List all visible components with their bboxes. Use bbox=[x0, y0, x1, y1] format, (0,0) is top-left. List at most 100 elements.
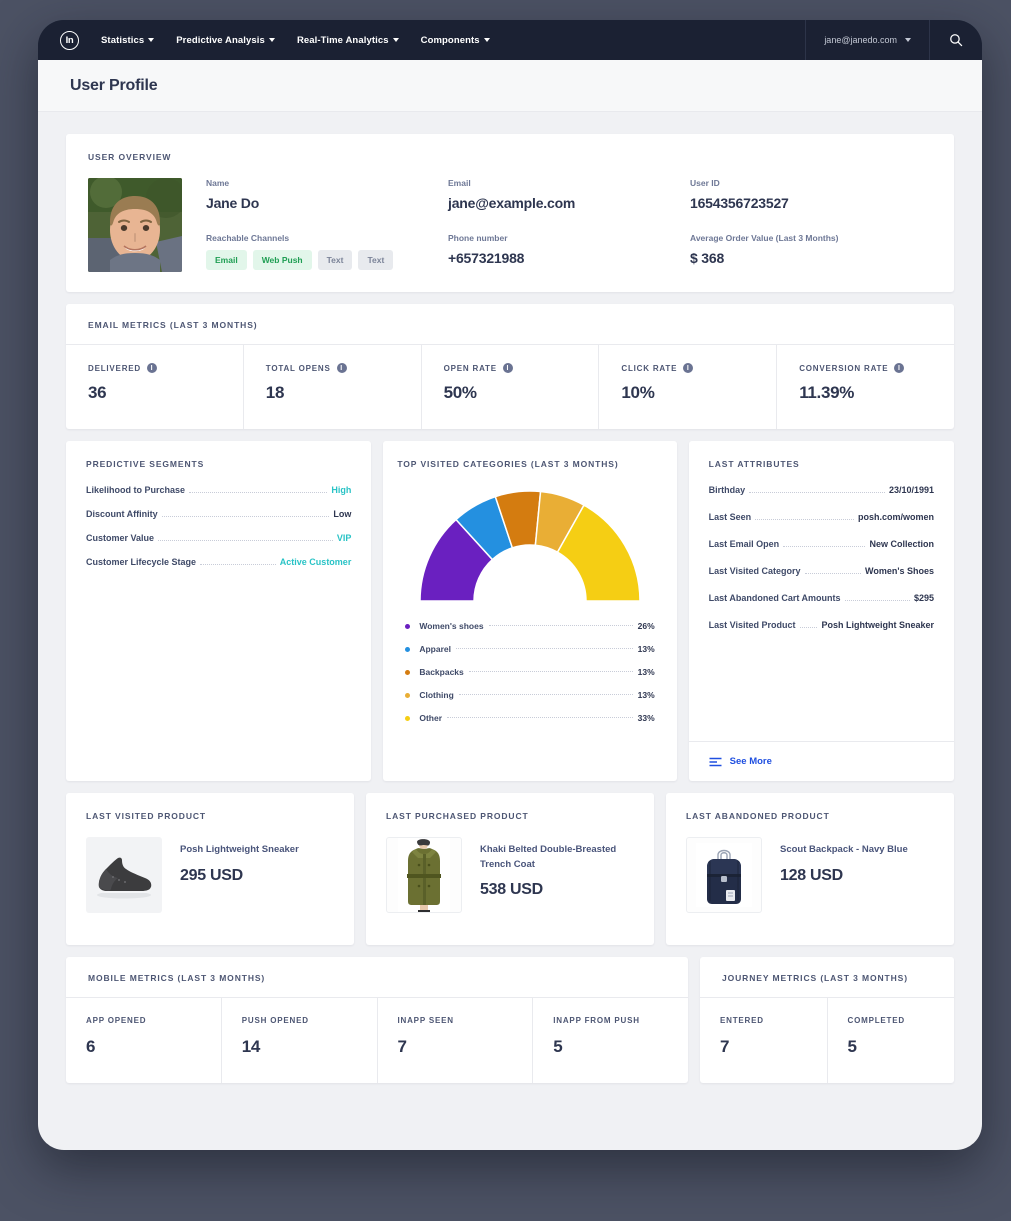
half-donut-gauge bbox=[414, 483, 646, 607]
metric-value: 5 bbox=[848, 1037, 935, 1057]
see-more-button[interactable]: See More bbox=[689, 741, 954, 781]
legend-value: 13% bbox=[638, 644, 655, 654]
field-average-order-value: Average Order Value (Last 3 Months) $ 36… bbox=[690, 233, 932, 272]
top-categories-title: Top Visited Categories (Last 3 Months) bbox=[397, 459, 662, 469]
field-value: jane@example.com bbox=[448, 195, 690, 211]
info-icon[interactable]: i bbox=[337, 363, 347, 373]
backpack-image bbox=[696, 843, 752, 907]
legend-label: Women's shoes bbox=[419, 621, 483, 631]
metric-value: 50% bbox=[444, 383, 577, 403]
leader-dots bbox=[469, 671, 633, 672]
insider-logo-icon[interactable]: In bbox=[60, 31, 79, 50]
legend-dot bbox=[405, 624, 410, 629]
nav-item-predictive-analysis[interactable]: Predictive Analysis bbox=[176, 35, 275, 46]
segment-label: Likelihood to Purchase bbox=[86, 485, 185, 495]
nav-item-real-time-analytics[interactable]: Real-Time Analytics bbox=[297, 35, 399, 46]
metric-value: 10% bbox=[621, 383, 754, 403]
leader-dots bbox=[447, 717, 633, 718]
legend-label: Backpacks bbox=[419, 667, 463, 677]
mobile-metrics-title: Mobile Metrics (Last 3 Months) bbox=[88, 973, 666, 983]
segment-row-discount-affinity: Discount Affinity Low bbox=[86, 509, 351, 519]
metric-label-text: Total Opens bbox=[266, 364, 331, 373]
product-name: Scout Backpack - Navy Blue bbox=[780, 843, 908, 858]
attribute-label: Last Abandoned Cart Amounts bbox=[709, 593, 841, 603]
user-menu[interactable]: jane@janedo.com bbox=[805, 20, 930, 60]
legend-item-clothing: Clothing 13% bbox=[405, 690, 654, 700]
last-abandoned-product-title: Last Abandoned Product bbox=[686, 811, 934, 821]
legend-value: 13% bbox=[638, 667, 655, 677]
metric-inapp-seen: InApp Seen 7 bbox=[378, 998, 534, 1083]
segment-value: High bbox=[331, 485, 351, 495]
metric-push-opened: Push Opened 14 bbox=[222, 998, 378, 1083]
email-metrics-card: Email Metrics (Last 3 Months) Delivered … bbox=[66, 304, 954, 429]
last-purchased-product-title: Last Purchased Product bbox=[386, 811, 634, 821]
leader-dots bbox=[459, 694, 633, 695]
product-thumbnail[interactable] bbox=[386, 837, 462, 913]
attribute-row-last-seen: Last Seen posh.com/women bbox=[709, 512, 934, 522]
info-icon[interactable]: i bbox=[683, 363, 693, 373]
top-categories-legend: Women's shoes 26% Apparel 13% Ba bbox=[397, 621, 662, 723]
top-categories-card: Top Visited Categories (Last 3 Months) W… bbox=[383, 441, 676, 781]
chevron-down-icon bbox=[393, 38, 399, 42]
legend-label: Clothing bbox=[419, 690, 453, 700]
navbar-right: jane@janedo.com bbox=[805, 20, 982, 60]
legend-dot bbox=[405, 716, 410, 721]
last-attributes-title: Last Attributes bbox=[709, 459, 934, 469]
leader-dots bbox=[800, 627, 818, 628]
attribute-value: 23/10/1991 bbox=[889, 485, 934, 495]
nav-item-components[interactable]: Components bbox=[421, 35, 490, 46]
metric-label: Conversion Rate i bbox=[799, 363, 932, 373]
product-thumbnail[interactable] bbox=[86, 837, 162, 913]
legend-value: 13% bbox=[638, 690, 655, 700]
metric-label: Push Opened bbox=[242, 1016, 357, 1025]
metric-label-text: Click Rate bbox=[621, 364, 677, 373]
metric-value: 11.39% bbox=[799, 383, 932, 403]
chevron-down-icon bbox=[905, 38, 911, 42]
attribute-row-last-visited-product: Last Visited Product Posh Lightweight Sn… bbox=[709, 620, 934, 630]
search-button[interactable] bbox=[930, 20, 982, 60]
field-phone: Phone number +657321988 bbox=[448, 233, 690, 272]
field-reachable-channels: Reachable Channels Email Web Push Text T… bbox=[206, 233, 448, 272]
email-metrics-title: Email Metrics (Last 3 Months) bbox=[88, 320, 932, 330]
legend-label: Other bbox=[419, 713, 442, 723]
nav-item-statistics[interactable]: Statistics bbox=[101, 35, 154, 46]
info-icon[interactable]: i bbox=[894, 363, 904, 373]
attribute-row-last-visited-category: Last Visited Category Women's Shoes bbox=[709, 566, 934, 576]
info-icon[interactable]: i bbox=[503, 363, 513, 373]
segment-row-customer-value: Customer Value VIP bbox=[86, 533, 351, 543]
legend-item-womens-shoes: Women's shoes 26% bbox=[405, 621, 654, 631]
top-navbar: In Statistics Predictive Analysis Real-T… bbox=[38, 20, 982, 60]
user-overview-title: User Overview bbox=[88, 152, 932, 162]
journey-metrics-header: Journey Metrics (Last 3 Months) bbox=[700, 957, 954, 997]
info-icon[interactable]: i bbox=[147, 363, 157, 373]
metric-open-rate: Open Rate i 50% bbox=[422, 345, 600, 429]
metric-label-text: Conversion Rate bbox=[799, 364, 888, 373]
product-thumbnail[interactable] bbox=[686, 837, 762, 913]
page-title: User Profile bbox=[70, 77, 157, 95]
product-price: 128 USD bbox=[780, 867, 908, 885]
attribute-row-birthday: Birthday 23/10/1991 bbox=[709, 485, 934, 495]
metric-value: 14 bbox=[242, 1037, 357, 1057]
chevron-down-icon bbox=[484, 38, 490, 42]
leader-dots bbox=[755, 519, 854, 520]
last-attributes-card: Last Attributes Birthday 23/10/1991 Last… bbox=[689, 441, 954, 781]
page-header: User Profile bbox=[38, 60, 982, 112]
metric-label: Open Rate i bbox=[444, 363, 577, 373]
metric-value: 5 bbox=[553, 1037, 668, 1057]
metric-label: Completed bbox=[848, 1016, 935, 1025]
metric-delivered: Delivered i 36 bbox=[66, 345, 244, 429]
product-price: 295 USD bbox=[180, 867, 299, 885]
channel-badges: Email Web Push Text Text bbox=[206, 250, 448, 270]
last-purchased-product-card: Last Purchased Product bbox=[366, 793, 654, 945]
field-value: +657321988 bbox=[448, 250, 690, 266]
metric-click-rate: Click Rate i 10% bbox=[599, 345, 777, 429]
field-label: Average Order Value (Last 3 Months) bbox=[690, 233, 932, 243]
product-name: Posh Lightweight Sneaker bbox=[180, 843, 299, 858]
legend-item-apparel: Apparel 13% bbox=[405, 644, 654, 654]
segment-row-customer-lifecycle-stage: Customer Lifecycle Stage Active Customer bbox=[86, 557, 351, 567]
bottom-metrics-row: Mobile Metrics (Last 3 Months) App Opene… bbox=[66, 957, 954, 1083]
attribute-value: Posh Lightweight Sneaker bbox=[821, 620, 934, 630]
field-name: Name Jane Do bbox=[206, 178, 448, 213]
list-lines-icon bbox=[709, 757, 722, 767]
journey-metrics-cells: Entered 7 Completed 5 bbox=[700, 997, 954, 1083]
